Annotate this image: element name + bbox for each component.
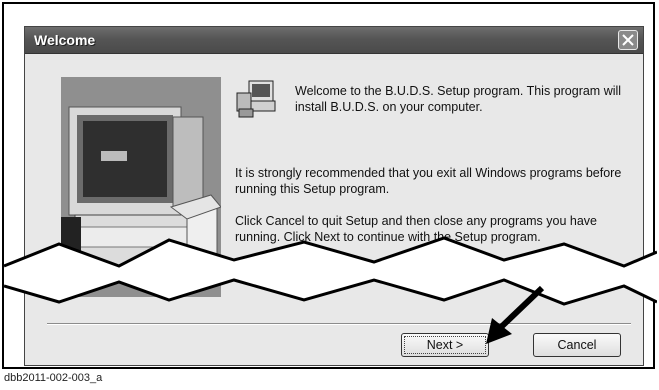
- break-band-overlay: [4, 236, 657, 344]
- figure-frame: Welcome Welcome to the B.U.D.S. Setup pr…: [2, 2, 657, 369]
- arrow-pointer-icon: [486, 285, 545, 344]
- figure-caption: dbb2011-002-003_a: [4, 372, 103, 384]
